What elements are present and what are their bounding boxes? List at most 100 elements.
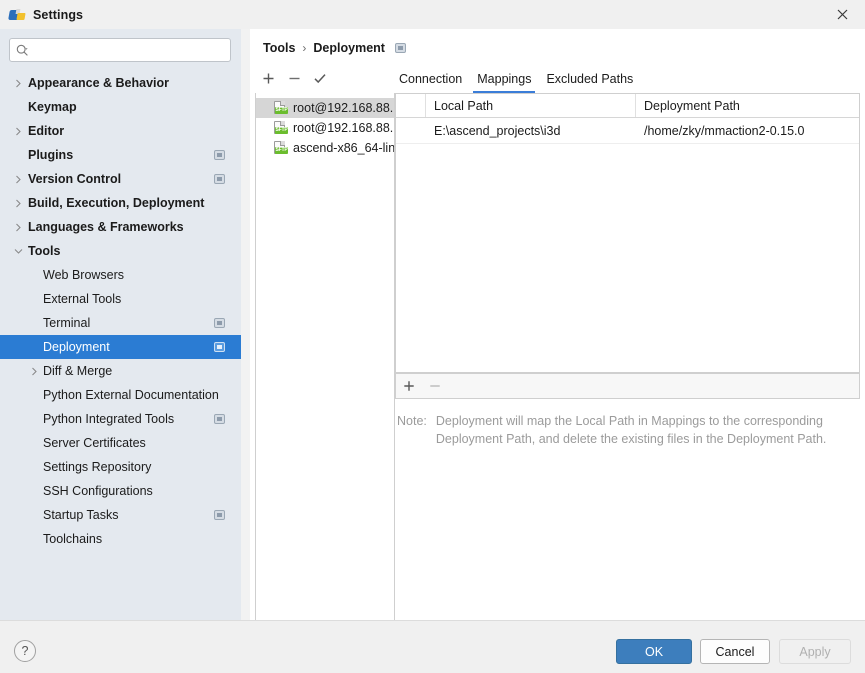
cancel-button[interactable]: Cancel <box>700 639 770 664</box>
sidebar-item-editor[interactable]: Editor <box>0 119 241 143</box>
sidebar-item-keymap[interactable]: Keymap <box>0 95 241 119</box>
search-input[interactable] <box>32 40 212 60</box>
sidebar-item-tools[interactable]: Tools <box>0 239 241 263</box>
ok-button[interactable]: OK <box>616 639 692 664</box>
sidebar-item-ssh-configurations[interactable]: SSH Configurations <box>0 479 241 503</box>
server-list[interactable]: SFTP root@192.168.88. SFTP root@192.168.… <box>255 93 395 641</box>
sftp-tag-label: SFTP <box>275 147 288 154</box>
sidebar-item-appearance-behavior[interactable]: Appearance & Behavior <box>0 71 241 95</box>
sidebar-item-external-tools[interactable]: External Tools <box>0 287 241 311</box>
column-header-deployment-path[interactable]: Deployment Path <box>636 94 859 117</box>
chevron-right-icon <box>12 173 24 185</box>
sidebar-item-label: Python Integrated Tools <box>43 412 175 426</box>
sftp-tag-label: SFTP <box>275 127 288 134</box>
sidebar-item-label: Keymap <box>28 100 77 114</box>
breadcrumb-current: Deployment <box>313 41 385 55</box>
sftp-server-icon: SFTP <box>273 121 288 135</box>
sidebar-item-label: Appearance & Behavior <box>28 76 170 90</box>
close-icon[interactable] <box>819 0 865 29</box>
tab-mappings[interactable]: Mappings <box>473 72 536 93</box>
settings-sidebar: Appearance & Behavior Keymap Editor Plug… <box>0 29 241 620</box>
chevron-right-icon <box>12 125 24 137</box>
sidebar-item-terminal[interactable]: Terminal <box>0 311 241 335</box>
detail-tabs: Connection Mappings Excluded Paths <box>395 64 644 93</box>
remove-server-button[interactable] <box>281 66 307 92</box>
sidebar-item-version-control[interactable]: Version Control <box>0 167 241 191</box>
sidebar-item-label: Web Browsers <box>43 268 125 282</box>
sidebar-item-label: Editor <box>28 124 65 138</box>
tab-connection[interactable]: Connection <box>395 72 466 93</box>
cell-marker <box>396 118 426 143</box>
apply-button: Apply <box>779 639 851 664</box>
note-text: Deployment will map the Local Path in Ma… <box>435 414 827 446</box>
list-item[interactable]: SFTP root@192.168.88. <box>256 118 394 138</box>
project-scope-badge-icon <box>394 43 406 53</box>
sidebar-item-deployment[interactable]: Deployment <box>0 335 241 359</box>
sidebar-item-web-browsers[interactable]: Web Browsers <box>0 263 241 287</box>
sftp-server-icon: SFTP <box>273 141 288 155</box>
add-mapping-button[interactable] <box>396 374 422 398</box>
list-item[interactable]: SFTP root@192.168.88. <box>256 98 394 118</box>
column-header-local-path[interactable]: Local Path <box>426 94 636 117</box>
sidebar-item-label: SSH Configurations <box>43 484 153 498</box>
breadcrumb: Tools › Deployment <box>263 41 406 55</box>
sidebar-item-label: External Tools <box>43 292 122 306</box>
project-scope-badge-icon <box>214 342 225 352</box>
sidebar-item-label: Settings Repository <box>43 460 152 474</box>
sftp-server-icon: SFTP <box>273 101 288 115</box>
sidebar-item-label: Python External Documentation <box>43 388 219 402</box>
sidebar-item-languages-frameworks[interactable]: Languages & Frameworks <box>0 215 241 239</box>
chevron-right-icon <box>12 221 24 233</box>
mappings-table: Local Path Deployment Path E:\ascend_pro… <box>395 93 860 373</box>
settings-tree: Appearance & Behavior Keymap Editor Plug… <box>0 71 241 620</box>
sidebar-item-python-integrated-tools[interactable]: Python Integrated Tools <box>0 407 241 431</box>
server-name: ascend-x86_64-lin <box>293 141 395 155</box>
project-scope-badge-icon <box>214 510 225 520</box>
add-server-button[interactable] <box>255 66 281 92</box>
sidebar-item-label: Build, Execution, Deployment <box>28 196 205 210</box>
sidebar-content-divider <box>241 29 250 620</box>
search-box[interactable] <box>9 38 231 62</box>
sidebar-item-label: Toolchains <box>43 532 103 546</box>
chevron-right-icon <box>28 365 40 377</box>
set-default-server-button[interactable] <box>307 66 333 92</box>
tab-excluded-paths[interactable]: Excluded Paths <box>542 72 637 93</box>
help-button[interactable]: ? <box>14 640 36 662</box>
list-item[interactable]: SFTP ascend-x86_64-lin <box>256 138 394 158</box>
breadcrumb-separator-icon: › <box>302 41 307 55</box>
sidebar-item-python-external-documentation[interactable]: Python External Documentation <box>0 383 241 407</box>
server-name: root@192.168.88. <box>293 121 394 135</box>
sidebar-item-server-certificates[interactable]: Server Certificates <box>0 431 241 455</box>
sidebar-item-build-execution-deployment[interactable]: Build, Execution, Deployment <box>0 191 241 215</box>
sidebar-item-label: Diff & Merge <box>43 364 113 378</box>
column-header-marker[interactable] <box>396 94 426 117</box>
project-scope-badge-icon <box>214 174 225 184</box>
server-name: root@192.168.88. <box>293 101 394 115</box>
sidebar-item-label: Terminal <box>43 316 91 330</box>
content-pane: Tools › Deployment SFTP root@192.168.88.… <box>250 29 865 641</box>
sidebar-item-startup-tasks[interactable]: Startup Tasks <box>0 503 241 527</box>
window-title: Settings <box>33 7 84 22</box>
sidebar-item-label: Tools <box>28 244 61 258</box>
mappings-table-toolbar <box>395 373 860 399</box>
project-scope-badge-icon <box>214 150 225 160</box>
server-detail-panel: Connection Mappings Excluded Paths Local… <box>395 64 860 641</box>
sidebar-item-diff-merge[interactable]: Diff & Merge <box>0 359 241 383</box>
sidebar-item-toolchains[interactable]: Toolchains <box>0 527 241 551</box>
sftp-tag-label: SFTP <box>275 107 288 114</box>
table-row[interactable]: E:\ascend_projects\i3d /home/zky/mmactio… <box>396 118 859 144</box>
server-list-toolbar <box>255 64 394 93</box>
sidebar-item-label: Plugins <box>28 148 74 162</box>
cell-local-path[interactable]: E:\ascend_projects\i3d <box>426 118 636 143</box>
sidebar-item-plugins[interactable]: Plugins <box>0 143 241 167</box>
sidebar-item-settings-repository[interactable]: Settings Repository <box>0 455 241 479</box>
sidebar-item-label: Deployment <box>43 340 110 354</box>
breadcrumb-root[interactable]: Tools <box>263 41 295 55</box>
sidebar-item-label: Server Certificates <box>43 436 146 450</box>
title-bar: Settings <box>0 0 865 30</box>
sidebar-item-label: Languages & Frameworks <box>28 220 184 234</box>
remove-mapping-button[interactable] <box>422 374 448 398</box>
project-scope-badge-icon <box>214 318 225 328</box>
project-scope-badge-icon <box>214 414 225 424</box>
cell-deployment-path[interactable]: /home/zky/mmaction2-0.15.0 <box>636 118 859 143</box>
